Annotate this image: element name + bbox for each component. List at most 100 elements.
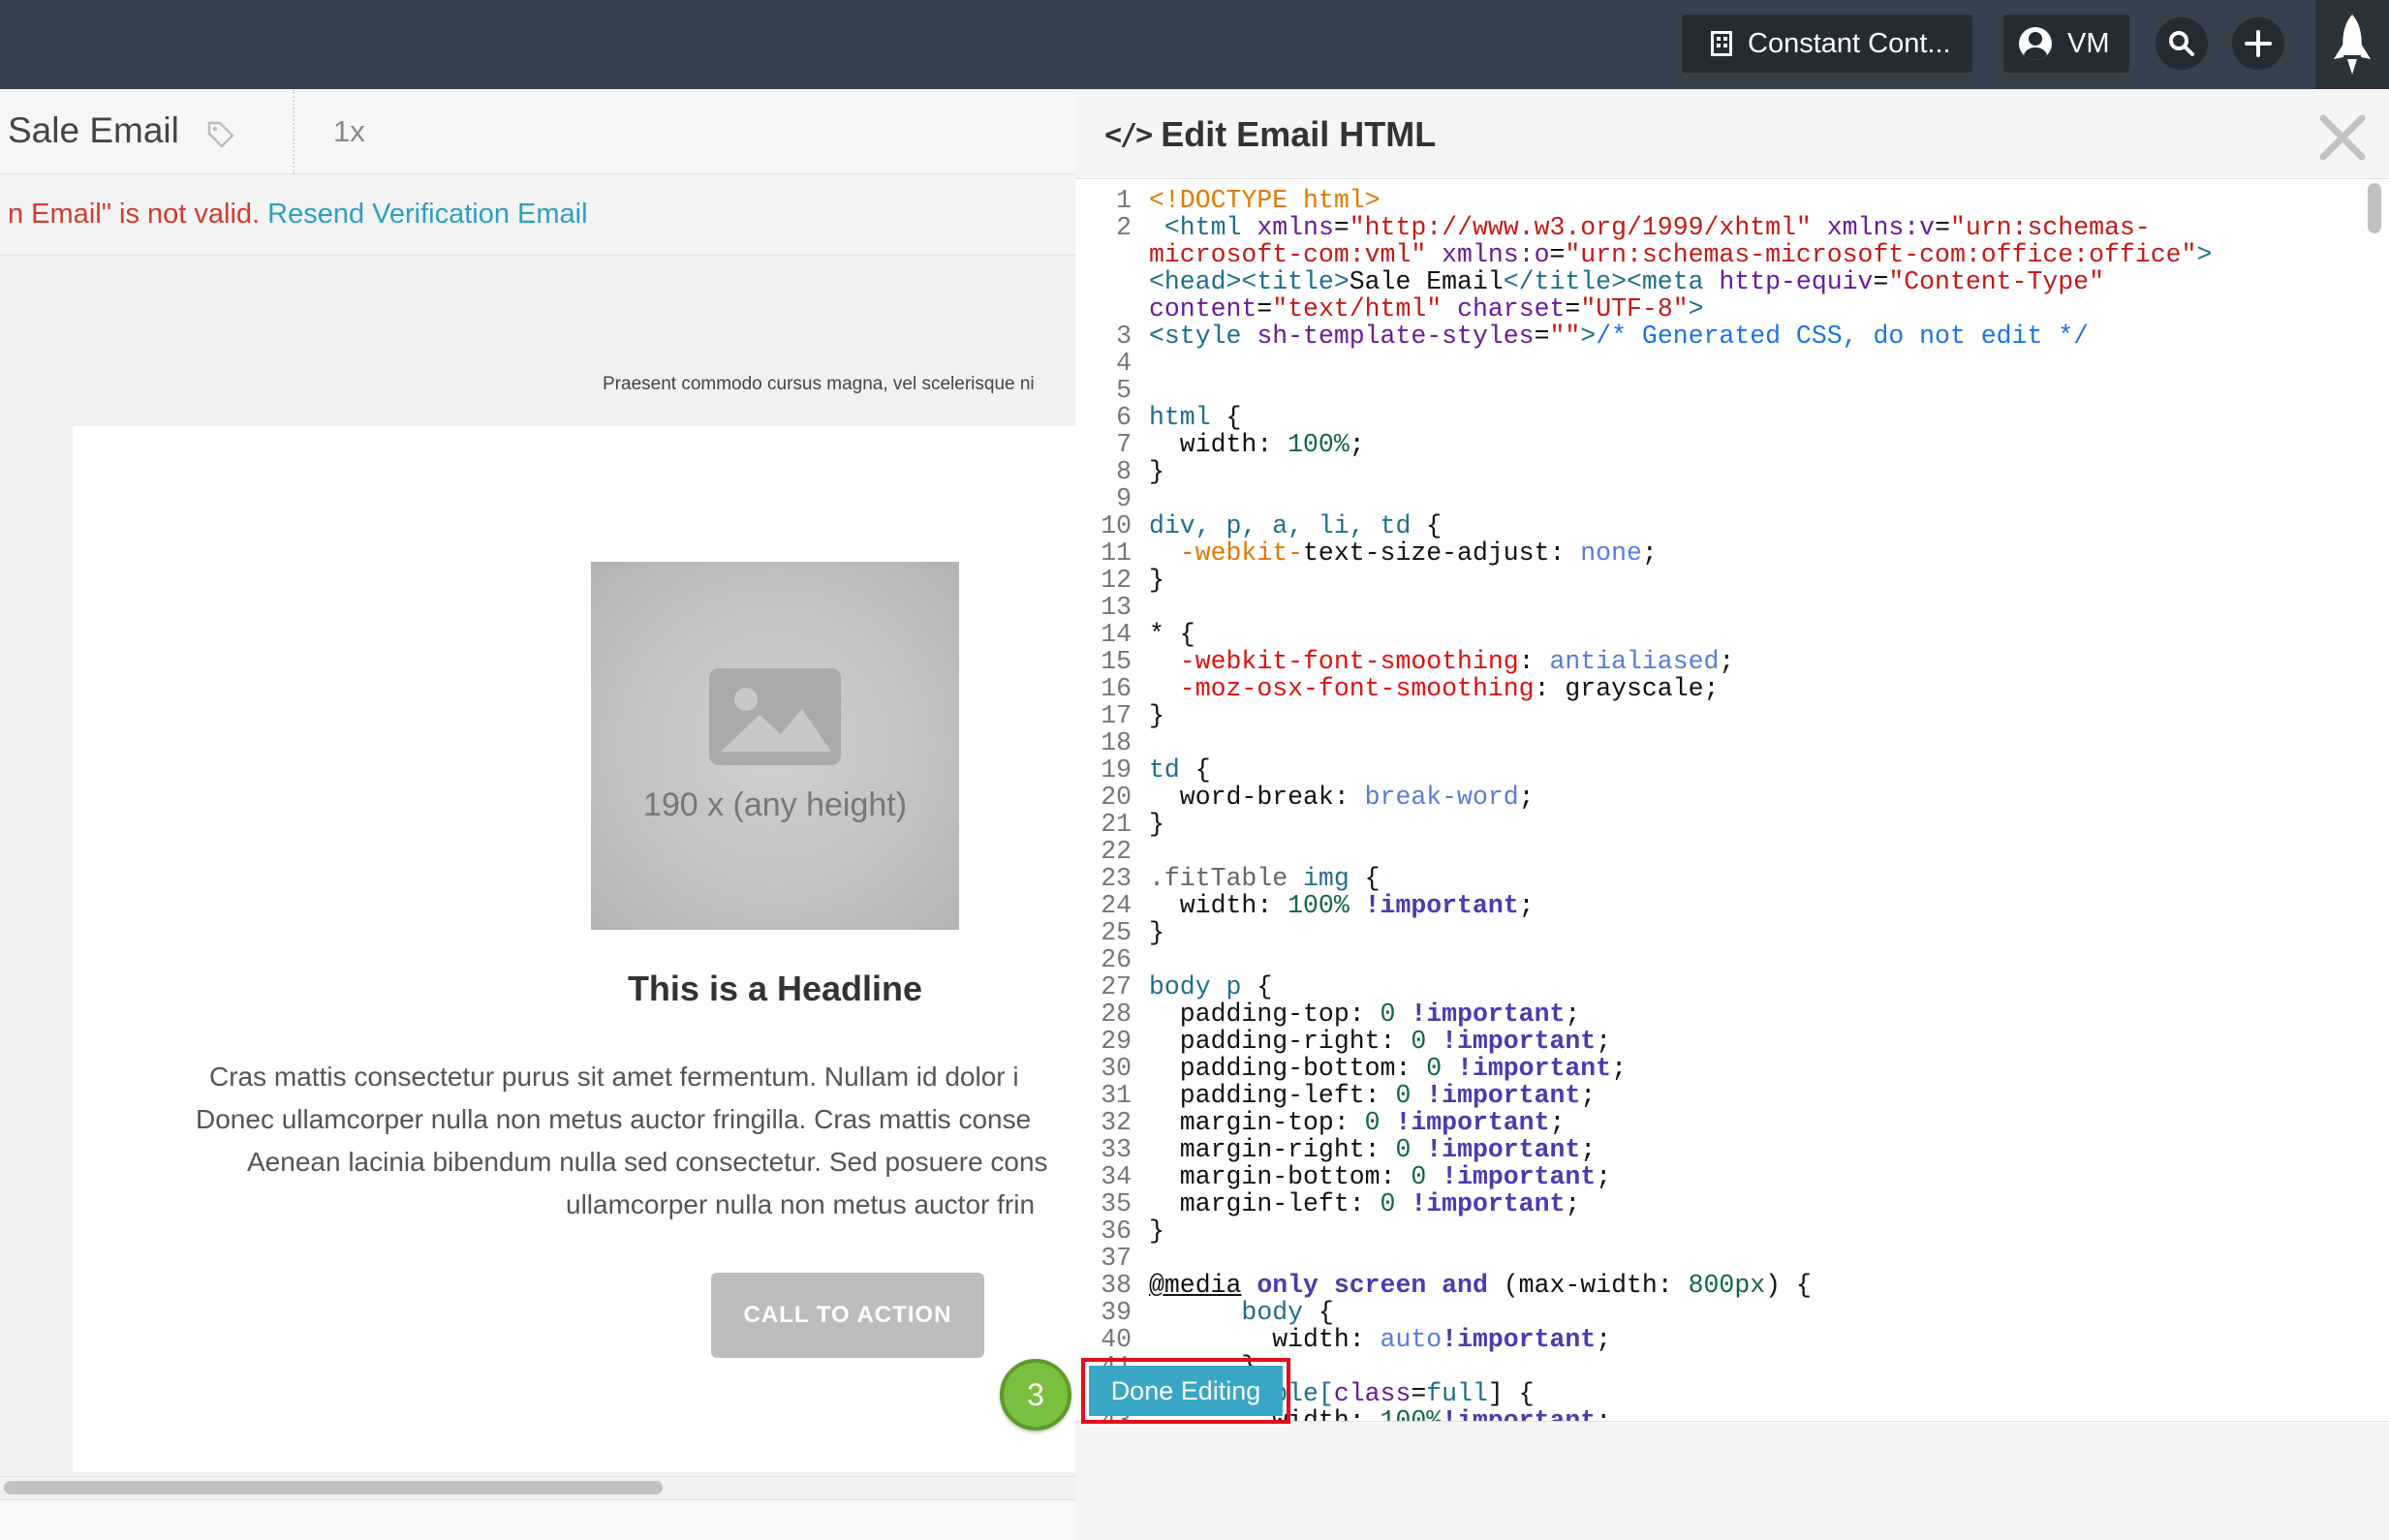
code-icon: </> bbox=[1104, 117, 1153, 152]
code-token: !important bbox=[1411, 1189, 1566, 1218]
zoom-level[interactable]: 1x bbox=[333, 114, 365, 149]
code-token: <style bbox=[1149, 322, 1257, 351]
add-button[interactable] bbox=[2232, 17, 2284, 70]
search-button[interactable] bbox=[2156, 17, 2208, 70]
code-token: { bbox=[1210, 403, 1242, 432]
code-token: margin-top: bbox=[1149, 1108, 1365, 1137]
line-number: 6 bbox=[1116, 403, 1132, 432]
line-number: 20 bbox=[1101, 783, 1132, 812]
body-text-line[interactable]: Cras mattis consectetur purus sit amet f… bbox=[209, 1062, 1019, 1093]
code-text: .fitTable img { bbox=[1149, 865, 1381, 892]
line-number: 26 bbox=[1101, 945, 1132, 974]
line-number: 28 bbox=[1101, 1000, 1132, 1029]
code-token: break-word bbox=[1364, 783, 1519, 812]
code-token: full bbox=[1426, 1379, 1488, 1408]
code-token: !important bbox=[1442, 1027, 1597, 1056]
done-editing-button[interactable]: Done Editing bbox=[1089, 1366, 1283, 1416]
code-text: margin-bottom: 0 !important; bbox=[1149, 1163, 1611, 1190]
horizontal-scrollbar[interactable] bbox=[0, 1476, 1075, 1497]
code-text: * { bbox=[1149, 621, 1195, 648]
code-text: -webkit-text-size-adjust: none; bbox=[1149, 539, 1658, 567]
code-token: @media bbox=[1149, 1271, 1242, 1300]
code-text: margin-right: 0 !important; bbox=[1149, 1136, 1596, 1163]
code-token: 100% bbox=[1380, 1406, 1443, 1422]
email-name-title[interactable]: Sale Email bbox=[8, 110, 179, 151]
code-token: padding-top: bbox=[1149, 1000, 1381, 1029]
line-number: 23 bbox=[1101, 864, 1132, 893]
tag-icon[interactable] bbox=[206, 120, 235, 149]
body-text-line[interactable]: Donec ullamcorper nulla non metus auctor… bbox=[196, 1104, 1031, 1135]
code-text: padding-top: 0 !important; bbox=[1149, 1000, 1581, 1029]
code-text: body p { bbox=[1149, 973, 1272, 1001]
code-token: !important bbox=[1442, 1162, 1597, 1191]
code-token: } bbox=[1149, 701, 1164, 730]
code-token: !important bbox=[1411, 1000, 1566, 1029]
panel-title-text: Edit Email HTML bbox=[1161, 114, 1437, 154]
html-code-editor[interactable]: 1 <!DOCTYPE html> 2 <html xmlns="http://ww… bbox=[1075, 178, 2389, 1422]
line-number: 27 bbox=[1101, 972, 1132, 1001]
launch-button[interactable] bbox=[2315, 0, 2389, 89]
user-menu-button[interactable]: VM bbox=[2003, 15, 2129, 73]
panel-footer bbox=[1075, 1422, 2389, 1540]
code-token: 0 bbox=[1364, 1108, 1396, 1137]
code-token: text-size-adjust: bbox=[1303, 539, 1581, 568]
preheader-text[interactable]: Praesent commodo cursus magna, vel scele… bbox=[603, 374, 1035, 395]
code-token: 0 bbox=[1395, 1135, 1427, 1164]
code-token: : bbox=[1518, 647, 1550, 676]
body-text-line[interactable]: Aenean lacinia bibendum nulla sed consec… bbox=[247, 1147, 1048, 1178]
code-token: !important bbox=[1395, 1108, 1550, 1137]
line-number: 5 bbox=[1116, 376, 1132, 405]
code-text: microsoft-com:vml" xmlns:o="urn:schemas-… bbox=[1149, 241, 2212, 268]
line-number: 34 bbox=[1101, 1162, 1132, 1191]
code-text: width: auto!important; bbox=[1149, 1326, 1611, 1353]
line-number: 13 bbox=[1101, 593, 1132, 622]
image-placeholder[interactable]: 190 x (any height) bbox=[591, 562, 959, 930]
code-token: </title><meta bbox=[1503, 267, 1720, 296]
line-number: 21 bbox=[1101, 810, 1132, 839]
email-headline[interactable]: This is a Headline bbox=[581, 969, 969, 1009]
code-token: http-equiv bbox=[1719, 267, 1874, 296]
code-token: > bbox=[1688, 294, 1704, 323]
panel-title: </> Edit Email HTML bbox=[1104, 114, 1436, 155]
code-token: only screen and bbox=[1241, 1271, 1504, 1300]
code-token: } bbox=[1149, 1217, 1164, 1246]
code-text: <head><title>Sale Email</title><meta htt… bbox=[1149, 268, 2104, 295]
plus-icon bbox=[2245, 30, 2272, 57]
code-token: -webkit-font-smoothing bbox=[1149, 647, 1519, 676]
code-text: td { bbox=[1149, 756, 1211, 784]
code-token: = bbox=[1549, 240, 1566, 269]
body-text-line[interactable]: ullamcorper nulla non metus auctor frin bbox=[566, 1189, 1035, 1220]
close-icon[interactable] bbox=[2317, 112, 2368, 163]
code-token: charset bbox=[1457, 294, 1566, 323]
line-number: 36 bbox=[1101, 1217, 1132, 1246]
code-token: margin-bottom: bbox=[1149, 1162, 1412, 1191]
code-text: <!DOCTYPE html> bbox=[1149, 187, 1381, 214]
code-text: body { bbox=[1149, 1299, 1333, 1326]
code-token: margin-left: bbox=[1149, 1189, 1381, 1218]
code-token: div, p, a, li, td bbox=[1149, 511, 1412, 540]
line-number: 12 bbox=[1101, 566, 1132, 595]
code-text: } bbox=[1149, 811, 1164, 838]
line-number: 16 bbox=[1101, 674, 1132, 703]
code-token: content bbox=[1149, 294, 1257, 323]
call-to-action-button[interactable]: CALL TO ACTION bbox=[711, 1273, 984, 1358]
building-icon bbox=[1711, 31, 1732, 56]
code-token: ; bbox=[1349, 430, 1365, 459]
code-token: !important bbox=[1442, 1406, 1597, 1422]
code-token: ; bbox=[1580, 1081, 1597, 1110]
resend-verification-link[interactable]: Resend Verification Email bbox=[267, 199, 587, 231]
code-token: none bbox=[1580, 539, 1642, 568]
code-token: "Content-Type" bbox=[1888, 267, 2104, 296]
horizontal-scrollbar-thumb[interactable] bbox=[4, 1481, 663, 1494]
code-text: } bbox=[1149, 567, 1164, 594]
line-number: 32 bbox=[1101, 1108, 1132, 1137]
code-token: ; bbox=[1549, 1108, 1566, 1137]
code-token: * { bbox=[1149, 620, 1195, 649]
code-token: !important bbox=[1442, 1325, 1597, 1354]
code-token: { bbox=[1241, 972, 1273, 1001]
code-token: = bbox=[1257, 294, 1273, 323]
code-token: = bbox=[1935, 213, 1950, 242]
account-switcher-button[interactable]: Constant Cont... bbox=[1682, 15, 1972, 73]
code-token: 0 bbox=[1395, 1081, 1427, 1110]
vertical-scrollbar-thumb[interactable] bbox=[2368, 183, 2381, 233]
